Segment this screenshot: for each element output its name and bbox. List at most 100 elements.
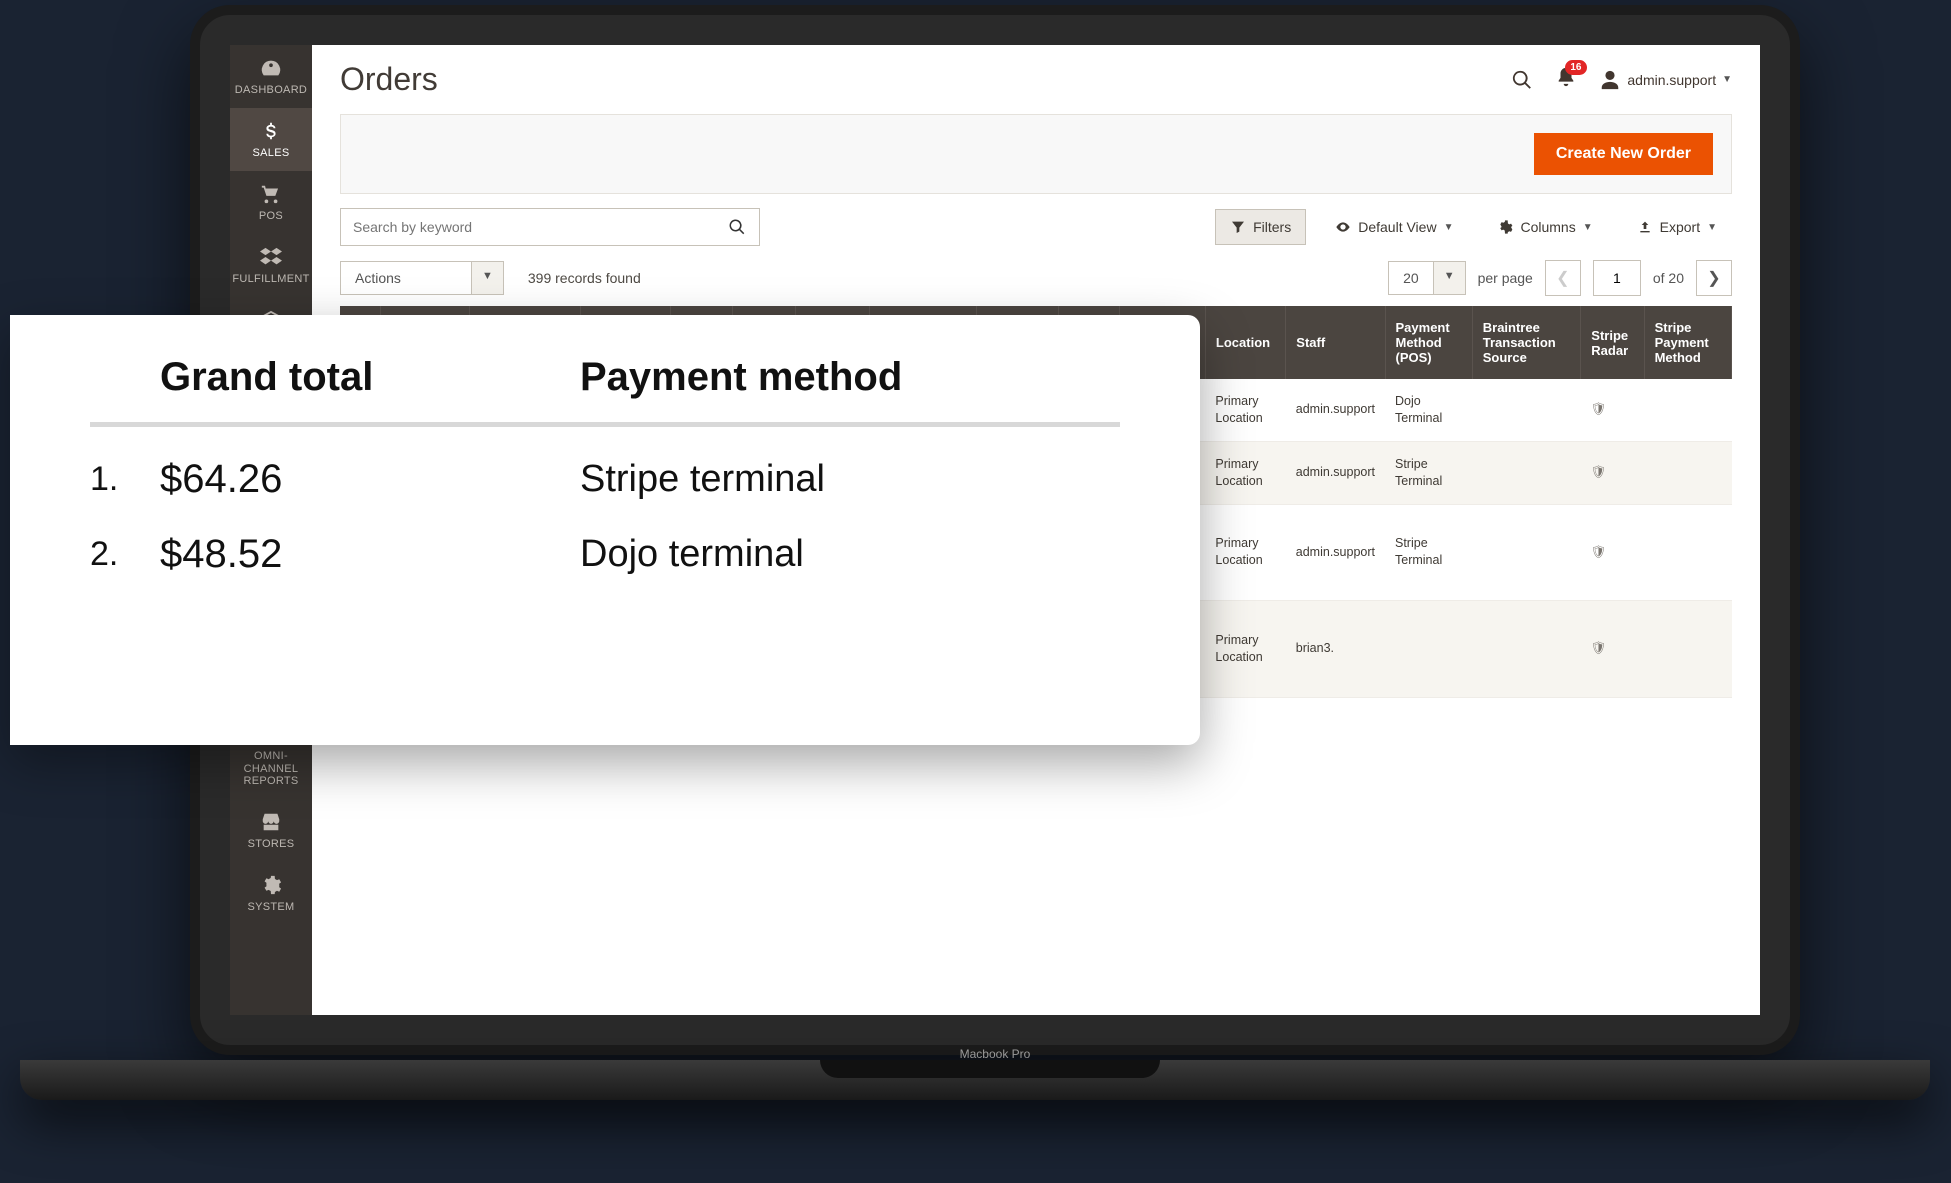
prev-page-button[interactable]: ❮: [1545, 260, 1581, 296]
tool-label: Export: [1660, 219, 1700, 235]
overlay-row-method: Stripe terminal: [580, 458, 825, 501]
overlay-summary-card: Grand total Payment method 1.$64.26Strip…: [10, 315, 1200, 745]
sidebar-item-label: SYSTEM: [243, 901, 298, 913]
default-view-button[interactable]: Default View ▼: [1320, 209, 1468, 245]
cell: [1644, 379, 1731, 441]
gear-icon: [1497, 219, 1513, 235]
tool-label: Columns: [1520, 219, 1575, 235]
topline-right: 16 admin.support ▼: [1511, 66, 1732, 93]
overlay-row-num: 1.: [90, 460, 160, 499]
overlay-row: 2.$48.52Dojo terminal: [90, 532, 1120, 577]
export-button[interactable]: Export ▼: [1622, 209, 1732, 245]
action-bar: Create New Order: [340, 114, 1732, 194]
dollar-icon: [260, 120, 282, 142]
per-page-label: per page: [1478, 270, 1533, 286]
per-page-value: 20: [1389, 262, 1433, 294]
cell: Stripe Terminal: [1385, 504, 1472, 601]
cell: Primary Location: [1205, 601, 1285, 698]
sidebar-item-label: SALES: [249, 147, 294, 159]
chevron-down-icon: ▼: [1722, 74, 1732, 85]
cell: 🛡: [1581, 504, 1644, 601]
search-button[interactable]: [715, 209, 759, 245]
tool-label: Default View: [1358, 219, 1436, 235]
cell: [1472, 379, 1581, 441]
column-header[interactable]: Staff: [1286, 306, 1385, 379]
sidebar-item-system[interactable]: SYSTEM: [230, 862, 312, 925]
overlay-head-payment-method: Payment method: [580, 355, 902, 400]
overlay-row: 1.$64.26Stripe terminal: [90, 457, 1120, 502]
overlay-row-num: 2.: [90, 535, 160, 574]
sidebar-item-pos[interactable]: POS: [230, 171, 312, 234]
shield-icon: 🛡: [1591, 402, 1607, 416]
cell: Primary Location: [1205, 441, 1285, 504]
page-title: Orders: [340, 61, 438, 98]
cell: [1472, 601, 1581, 698]
create-order-button[interactable]: Create New Order: [1534, 133, 1713, 175]
funnel-icon: [1230, 219, 1246, 235]
gear-icon: [260, 874, 282, 896]
search-icon: [728, 218, 746, 236]
notification-badge: 16: [1565, 60, 1586, 75]
column-header[interactable]: Location: [1205, 306, 1285, 379]
column-header[interactable]: Payment Method (POS): [1385, 306, 1472, 379]
cell: [1385, 601, 1472, 698]
overlay-row-method: Dojo terminal: [580, 533, 804, 576]
search-icon[interactable]: [1511, 69, 1533, 91]
overlay-divider: [90, 422, 1120, 427]
overlay-header: Grand total Payment method: [90, 355, 1120, 400]
column-header[interactable]: Stripe Payment Method: [1644, 306, 1731, 379]
dropbox-icon: [260, 246, 282, 268]
shield-icon: 🛡: [1591, 465, 1607, 479]
user-menu[interactable]: admin.support ▼: [1599, 69, 1732, 91]
list-nav: Actions ▼ 399 records found 20 ▼ per pag…: [340, 260, 1732, 296]
search-input[interactable]: [341, 209, 715, 245]
cell: admin.support: [1286, 441, 1385, 504]
sidebar-item-label: STORES: [244, 838, 299, 850]
chevron-down-icon: ▼: [1444, 222, 1454, 233]
column-header[interactable]: Stripe Radar: [1581, 306, 1644, 379]
sidebar-item-label: FULFILLMENT: [230, 273, 314, 285]
overlay-row-total: $64.26: [160, 457, 580, 502]
device-label: Macbook Pro: [200, 1047, 1790, 1061]
notifications-button[interactable]: 16: [1555, 66, 1577, 93]
chevron-down-icon: ▼: [1433, 262, 1465, 294]
cell: Stripe Terminal: [1385, 441, 1472, 504]
cell: admin.support: [1286, 379, 1385, 441]
sidebar-item-fulfillment[interactable]: FULFILLMENT: [230, 234, 312, 297]
laptop-notch: [820, 1060, 1160, 1078]
cell: [1472, 504, 1581, 601]
page-total: of 20: [1653, 270, 1684, 286]
topline: Orders 16 admin.support ▼: [312, 45, 1760, 106]
sidebar-item-label: OMNI-CHANNEL REPORTS: [230, 750, 312, 786]
cell: admin.support: [1286, 504, 1385, 601]
store-icon: [260, 811, 282, 833]
sidebar-item-sales[interactable]: SALES: [230, 108, 312, 171]
cell: Primary Location: [1205, 379, 1285, 441]
chevron-down-icon: ▼: [1707, 222, 1717, 233]
cell: 🛡: [1581, 601, 1644, 698]
chevron-down-icon: ▼: [1583, 222, 1593, 233]
cell: [1644, 441, 1731, 504]
column-header[interactable]: Braintree Transaction Source: [1472, 306, 1581, 379]
cell: [1472, 441, 1581, 504]
search-box: [340, 208, 760, 246]
overlay-head-grand-total: Grand total: [160, 355, 580, 400]
cell: brian3.: [1286, 601, 1385, 698]
next-page-button[interactable]: ❯: [1696, 260, 1732, 296]
sidebar-item-label: POS: [255, 210, 287, 222]
user-name: admin.support: [1627, 72, 1716, 88]
shield-icon: 🛡: [1591, 641, 1607, 655]
cart-icon: [260, 183, 282, 205]
sidebar-item-label: DASHBOARD: [231, 84, 311, 96]
cell: 🛡: [1581, 379, 1644, 441]
dropdown-label: Actions: [341, 262, 471, 294]
page-input[interactable]: [1593, 260, 1641, 296]
columns-button[interactable]: Columns ▼: [1482, 209, 1607, 245]
records-found: 399 records found: [528, 270, 641, 286]
sidebar-item-stores[interactable]: STORES: [230, 799, 312, 862]
per-page-dropdown[interactable]: 20 ▼: [1388, 261, 1465, 295]
filters-button[interactable]: Filters: [1215, 209, 1306, 245]
actions-dropdown[interactable]: Actions ▼: [340, 261, 504, 295]
sidebar-item-dashboard[interactable]: DASHBOARD: [230, 45, 312, 108]
cell: Dojo Terminal: [1385, 379, 1472, 441]
